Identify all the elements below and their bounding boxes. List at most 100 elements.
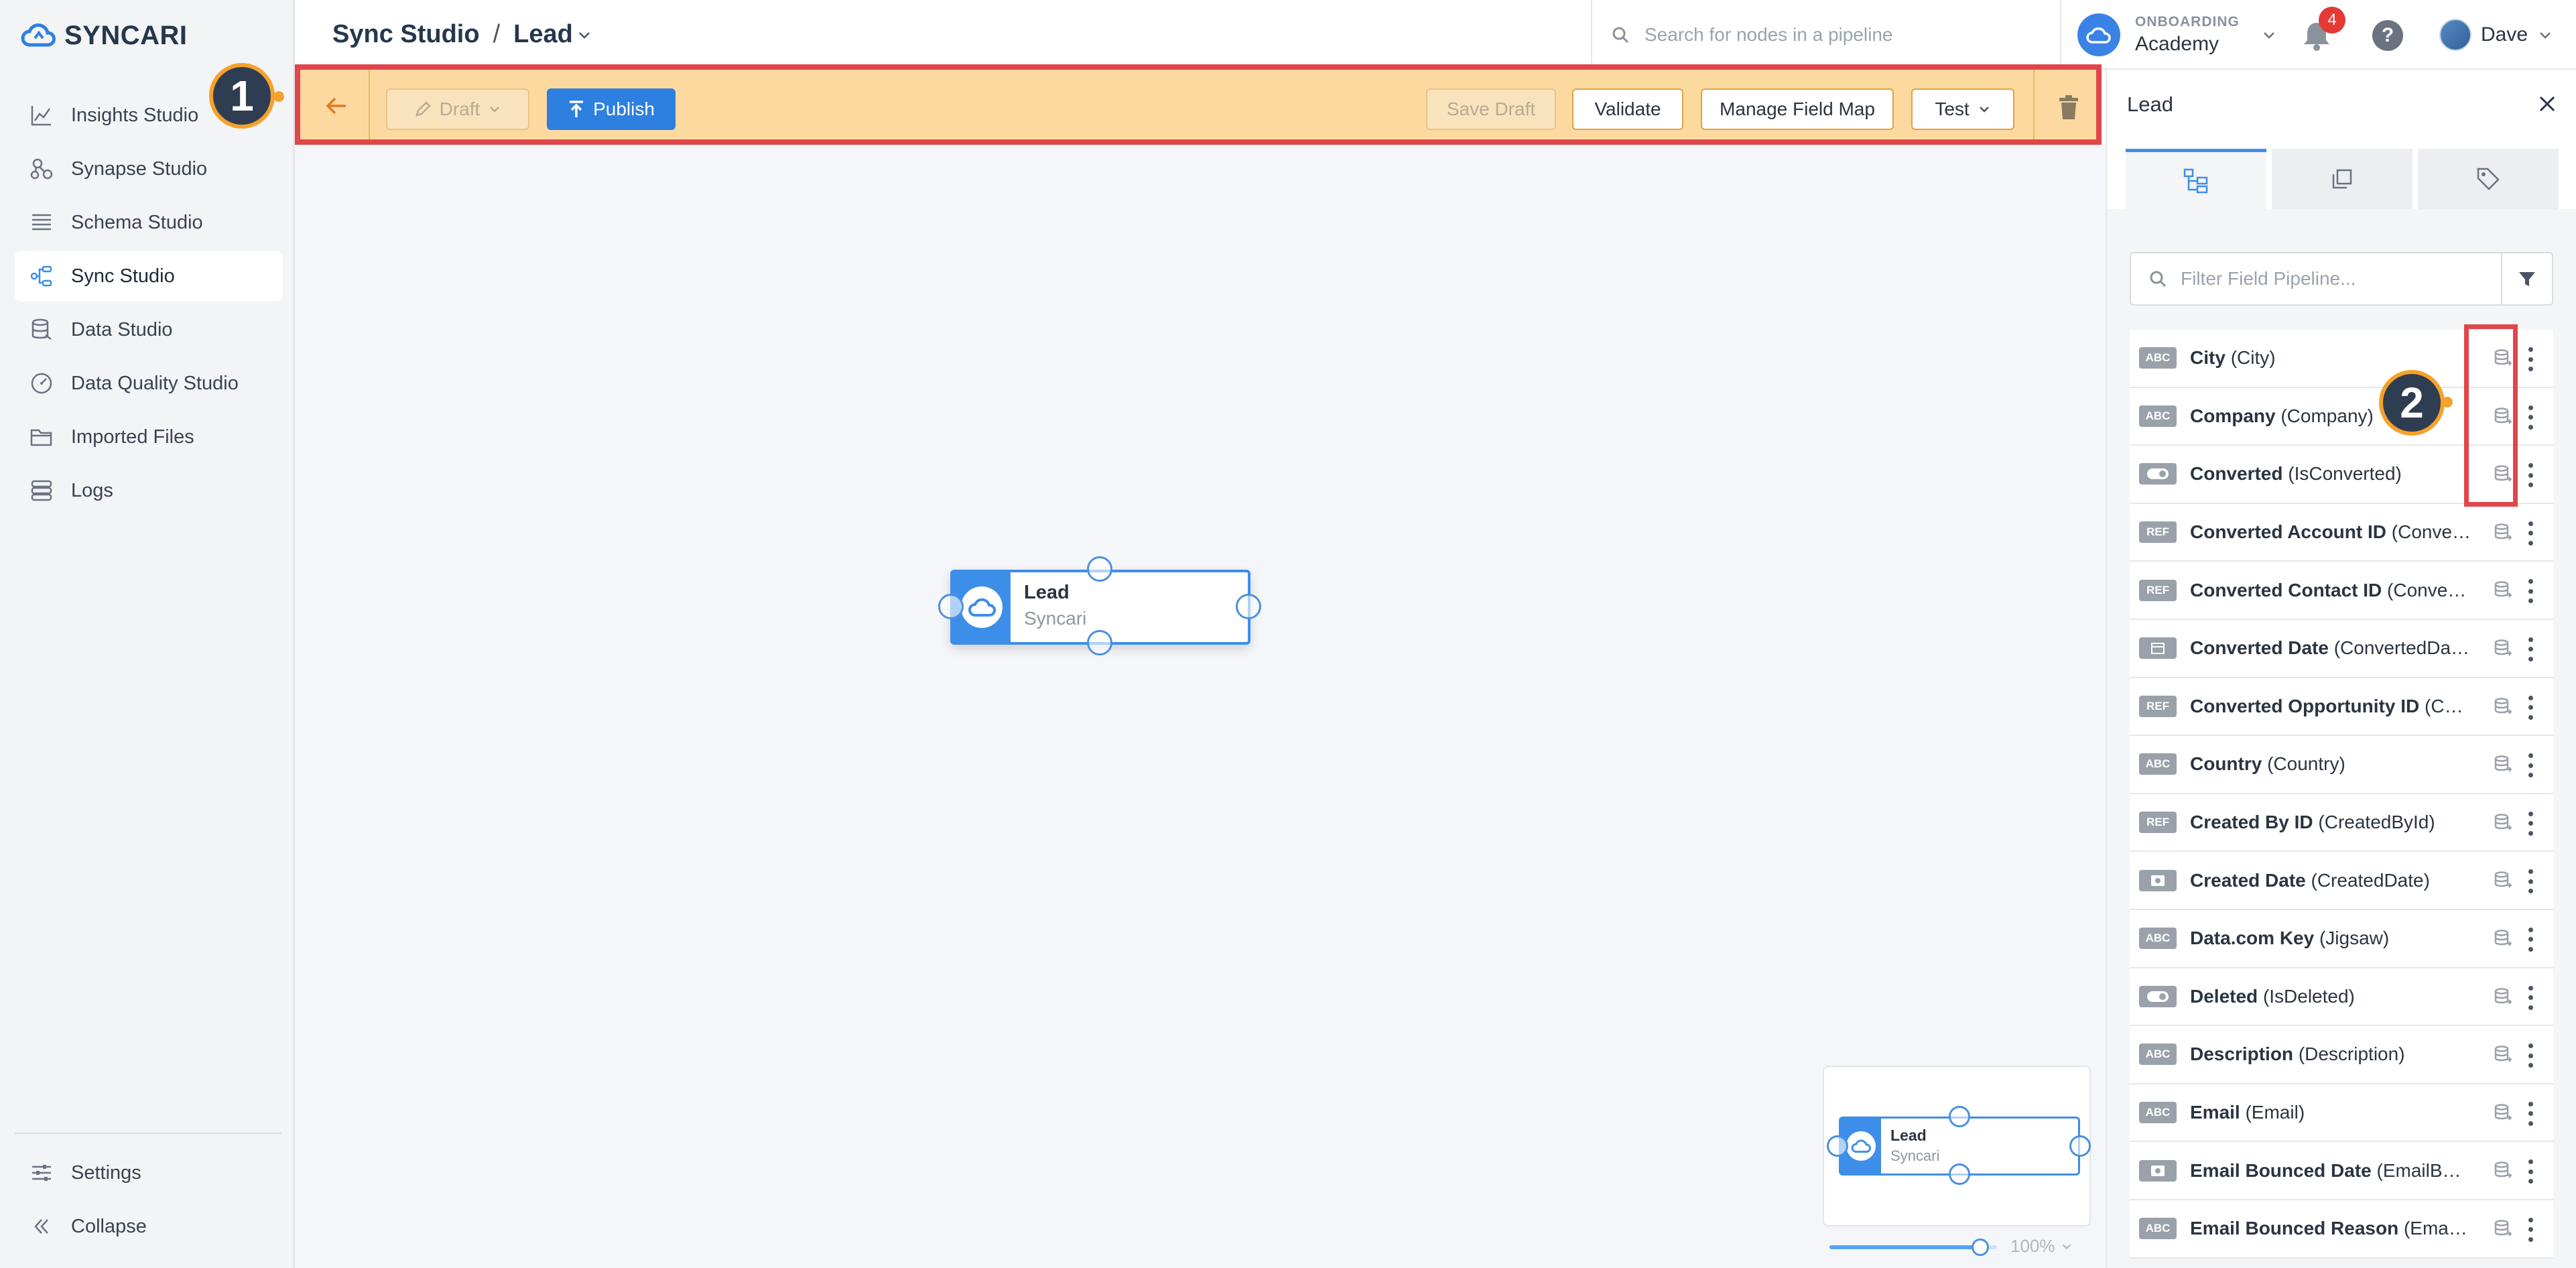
database-sync-icon[interactable] <box>2493 1103 2513 1123</box>
field-label: Converted (IsConverted) <box>2190 463 2471 485</box>
zoom-slider[interactable] <box>1829 1239 1997 1256</box>
close-icon[interactable] <box>2537 94 2557 114</box>
breadcrumb-root[interactable]: Sync Studio <box>332 20 480 49</box>
node-handle-top[interactable] <box>1087 556 1112 582</box>
tab-tags[interactable] <box>2418 149 2559 209</box>
user-menu[interactable]: Dave <box>2439 19 2553 51</box>
field-row[interactable]: ABC Data.com Key (Jigsaw) <box>2130 909 2553 968</box>
node-handle-right[interactable] <box>1236 594 1261 619</box>
field-row[interactable]: Deleted (IsDeleted) <box>2130 968 2553 1027</box>
chart-icon <box>27 101 56 130</box>
reference-type-icon: REF <box>2139 521 2177 544</box>
more-vertical-icon[interactable] <box>2524 1215 2537 1245</box>
field-row[interactable]: Converted Date (ConvertedDate) <box>2130 619 2553 678</box>
database-sync-icon[interactable] <box>2493 1045 2513 1065</box>
sidebar-item-imported-files[interactable]: Imported Files <box>15 411 283 462</box>
tab-field-tree[interactable] <box>2126 149 2266 209</box>
pipeline-canvas[interactable]: Lead Syncari Lead Syncari 100% <box>295 145 2106 1268</box>
tab-copy[interactable] <box>2272 149 2412 209</box>
more-vertical-icon[interactable] <box>2524 344 2537 374</box>
node-handle-left[interactable] <box>938 594 964 619</box>
back-arrow-icon[interactable] <box>323 92 350 119</box>
pipeline-toolbar: Draft Publish Save Draft Validate Manage… <box>295 64 2102 145</box>
more-vertical-icon[interactable] <box>2524 693 2537 722</box>
help-icon[interactable]: ? <box>2372 20 2403 51</box>
sidebar-item-settings[interactable]: Settings <box>15 1147 283 1198</box>
field-label: Deleted (IsDeleted) <box>2190 986 2471 1007</box>
more-vertical-icon[interactable] <box>2524 925 2537 954</box>
database-sync-icon[interactable] <box>2493 813 2513 833</box>
field-api-name: (CreatedDate) <box>2311 869 2430 891</box>
brand-logo[interactable]: SYNCARI <box>20 19 188 52</box>
zoom-level[interactable]: 100% <box>2010 1236 2073 1257</box>
database-sync-icon[interactable] <box>2493 639 2513 659</box>
field-api-name: (EmailBouncedReason) <box>2403 1218 2471 1239</box>
sidebar-item-data-quality-studio[interactable]: Data Quality Studio <box>15 358 283 409</box>
more-vertical-icon[interactable] <box>2524 751 2537 780</box>
sidebar-item-collapse[interactable]: Collapse <box>15 1201 283 1252</box>
field-row[interactable]: REF Converted Opportunity ID (ConvertedOp… <box>2130 678 2553 737</box>
field-name: Email Bounced Date <box>2190 1159 2372 1181</box>
pipeline-search[interactable]: Search for nodes in a pipeline <box>1591 0 2060 70</box>
database-sync-icon[interactable] <box>2493 871 2513 891</box>
more-vertical-icon[interactable] <box>2524 635 2537 664</box>
save-draft-button[interactable]: Save Draft <box>1426 88 1556 130</box>
zoom-slider-handle[interactable] <box>1972 1239 1989 1256</box>
sync-icon <box>27 261 56 291</box>
field-row[interactable]: ABC Country (Country) <box>2130 736 2553 794</box>
more-vertical-icon[interactable] <box>2524 1157 2537 1186</box>
trash-icon[interactable] <box>2057 95 2080 121</box>
filter-button[interactable] <box>2501 253 2552 304</box>
more-vertical-icon[interactable] <box>2524 403 2537 432</box>
publish-button[interactable]: Publish <box>547 88 675 130</box>
field-api-name: (ConvertedAccountId) <box>2391 521 2471 543</box>
sidebar-item-data-studio[interactable]: Data Studio <box>15 304 283 355</box>
field-row[interactable]: REF Created By ID (CreatedById) <box>2130 794 2553 852</box>
more-vertical-icon[interactable] <box>2524 576 2537 606</box>
database-sync-icon[interactable] <box>2493 755 2513 775</box>
more-vertical-icon[interactable] <box>2524 867 2537 896</box>
manage-field-map-button[interactable]: Manage Field Map <box>1701 88 1894 130</box>
database-sync-icon[interactable] <box>2493 987 2513 1007</box>
sidebar-item-logs[interactable]: Logs <box>15 465 283 516</box>
field-row[interactable]: REF Converted Account ID (ConvertedAccoun… <box>2130 503 2553 562</box>
node-title: Lead <box>1024 582 1070 603</box>
database-sync-icon[interactable] <box>2493 929 2513 949</box>
database-sync-icon[interactable] <box>2493 697 2513 717</box>
field-row[interactable]: ABC Email Bounced Reason (EmailBouncedRea… <box>2130 1200 2553 1259</box>
field-row[interactable]: ABC Email (Email) <box>2130 1084 2553 1143</box>
more-vertical-icon[interactable] <box>2524 1099 2537 1129</box>
org-switcher[interactable]: ONBOARDING Academy <box>2060 0 2285 70</box>
sidebar-item-sync-studio[interactable]: Sync Studio <box>15 251 283 302</box>
database-sync-icon[interactable] <box>2493 1161 2513 1181</box>
more-vertical-icon[interactable] <box>2524 1041 2537 1070</box>
field-label: Created By ID (CreatedById) <box>2190 812 2471 833</box>
more-vertical-icon[interactable] <box>2524 809 2537 838</box>
field-name: Country <box>2190 753 2262 775</box>
database-sync-icon[interactable] <box>2493 523 2513 543</box>
database-sync-icon[interactable] <box>2493 580 2513 600</box>
field-label: Converted Date (ConvertedDate) <box>2190 637 2471 659</box>
validate-button[interactable]: Validate <box>1572 88 1683 130</box>
chevron-down-icon <box>490 107 500 113</box>
draft-dropdown[interactable]: Draft <box>386 88 529 130</box>
search-input[interactable]: Search for nodes in a pipeline <box>1645 24 1892 46</box>
field-row[interactable]: Created Date (CreatedDate) <box>2130 852 2553 910</box>
node-handle-bottom[interactable] <box>1087 630 1112 655</box>
sidebar-item-label: Collapse <box>71 1215 147 1237</box>
field-row[interactable]: REF Converted Contact ID (ConvertedContac… <box>2130 562 2553 620</box>
filter-field-box[interactable]: Filter Field Pipeline... <box>2130 252 2553 306</box>
database-sync-icon[interactable] <box>2493 1219 2513 1239</box>
test-dropdown[interactable]: Test <box>1911 88 2014 130</box>
field-row[interactable]: ABC Description (Description) <box>2130 1026 2553 1084</box>
minimap[interactable]: Lead Syncari <box>1823 1066 2091 1226</box>
field-label: Converted Opportunity ID (ConvertedOppor… <box>2190 696 2471 717</box>
breadcrumb-current[interactable]: Lead <box>513 20 592 49</box>
sidebar-item-synapse-studio[interactable]: Synapse Studio <box>15 143 283 194</box>
sidebar-item-schema-studio[interactable]: Schema Studio <box>15 197 283 248</box>
more-vertical-icon[interactable] <box>2524 519 2537 548</box>
more-vertical-icon[interactable] <box>2524 460 2537 490</box>
field-row[interactable]: Email Bounced Date (EmailBouncedDate) <box>2130 1142 2553 1200</box>
filter-field-input[interactable]: Filter Field Pipeline... <box>2181 268 2356 290</box>
more-vertical-icon[interactable] <box>2524 983 2537 1013</box>
